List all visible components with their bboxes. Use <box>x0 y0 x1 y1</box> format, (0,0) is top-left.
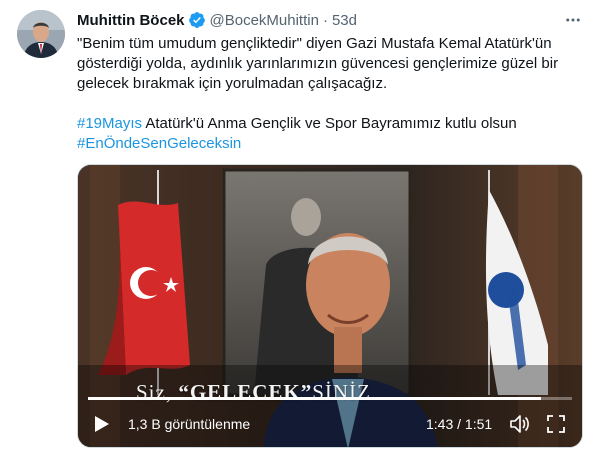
video-caption: Siz, “GELECEK”SİNİZ <box>136 380 371 405</box>
volume-icon[interactable] <box>509 414 531 434</box>
video-player[interactable]: Siz, “GELECEK”SİNİZ 1,3 B görüntülenme 1… <box>77 164 583 448</box>
tweet-text-line: gelecek bırakmak için yorulmadan çalışac… <box>77 75 388 92</box>
caption-prefix: Siz, <box>136 380 179 404</box>
tweet-text-line: #19Mayıs Atatürk'ü Anma Gençlik ve Spor … <box>77 114 582 134</box>
tweet-text: "Benim tüm umudum gençliktedir" diyen Ga… <box>77 34 582 154</box>
video-frame <box>78 165 582 447</box>
tweet-text-line: #EnÖndeSenGeleceksin <box>77 134 582 154</box>
tweet[interactable]: Muhittin Böcek @BocekMuhittin · 53d "Ben… <box>0 0 594 460</box>
caption-suffix: SİNİZ <box>312 380 371 404</box>
video-time: 1:43 / 1:51 <box>426 416 493 432</box>
play-icon[interactable] <box>94 415 110 433</box>
progress-fill <box>88 397 541 400</box>
author-name[interactable]: Muhittin Böcek <box>77 12 185 29</box>
video-controls: 1,3 B görüntülenme 1:43 / 1:51 <box>78 409 582 437</box>
view-count: 1,3 B görüntülenme <box>128 416 251 432</box>
tweet-text-fragment: Atatürk'ü Anma Gençlik ve Spor Bayramımı… <box>142 115 517 132</box>
hashtag-link[interactable]: #EnÖndeSenGeleceksin <box>77 135 241 152</box>
tweet-time[interactable]: 53d <box>332 12 357 29</box>
fullscreen-icon[interactable] <box>546 414 566 434</box>
avatar[interactable] <box>17 10 65 58</box>
separator-dot: · <box>322 11 328 29</box>
verified-badge-icon <box>188 11 206 29</box>
more-icon[interactable] <box>562 10 584 30</box>
tweet-text-line: "Benim tüm umudum gençliktedir" diyen Ga… <box>77 35 552 52</box>
tweet-text-line: gösterdiği yolda, aydınlık yarınlarımızı… <box>77 55 559 72</box>
author-handle[interactable]: @BocekMuhittin <box>210 12 319 29</box>
progress-bar[interactable] <box>88 397 572 400</box>
caption-word: “GELECEK” <box>178 380 313 404</box>
tweet-header: Muhittin Böcek @BocekMuhittin · 53d <box>77 10 357 30</box>
hashtag-link[interactable]: #19Mayıs <box>77 115 142 132</box>
